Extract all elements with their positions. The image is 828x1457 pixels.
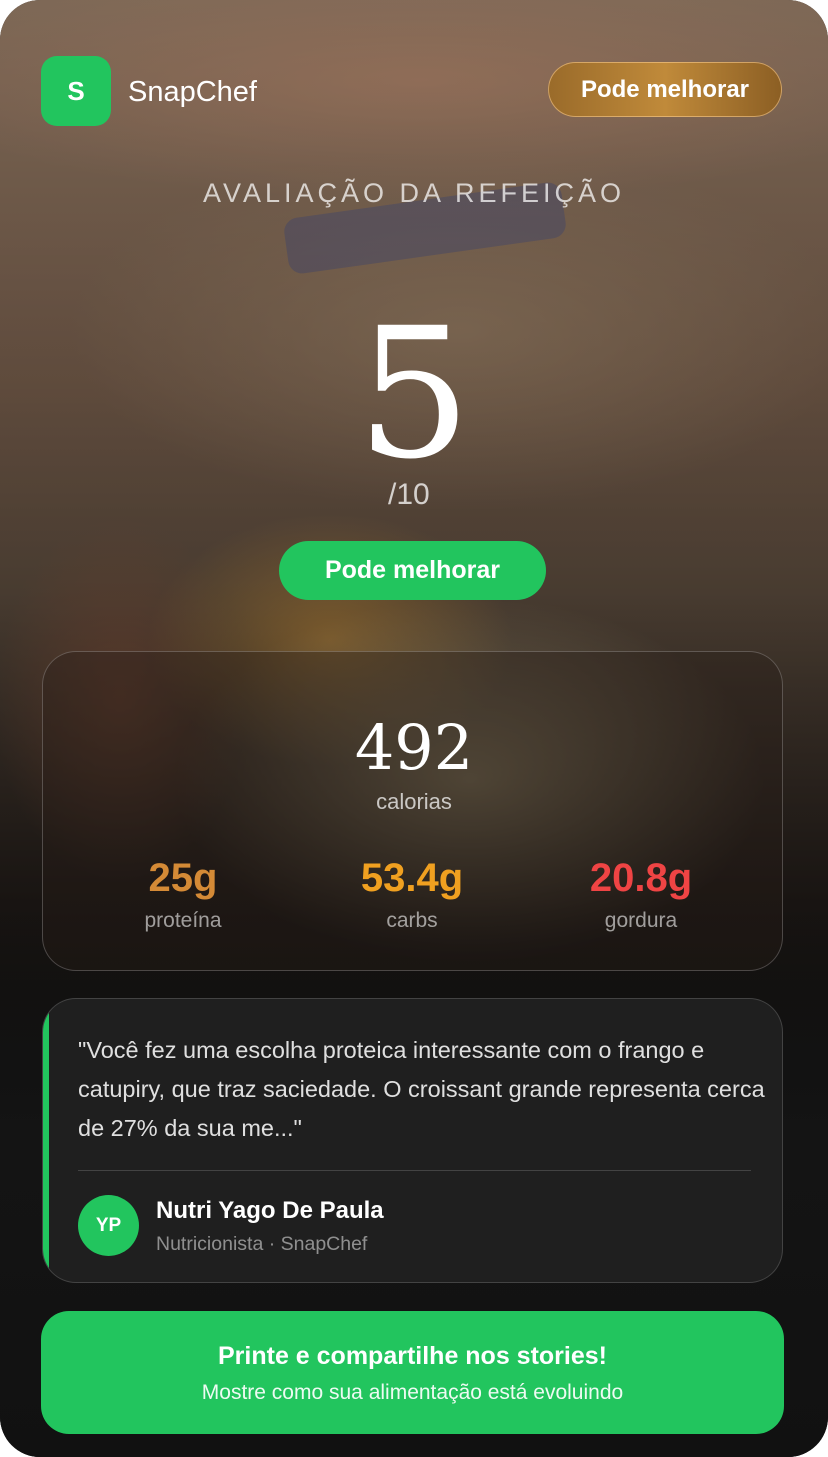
score-status-badge: Pode melhorar xyxy=(279,541,546,600)
nutritionist-role: Nutricionista · SnapChef xyxy=(156,1233,368,1255)
share-stories-subtitle: Mostre como sua alimentação está evoluin… xyxy=(201,1381,624,1404)
nutritionist-name: Nutri Yago De Paula xyxy=(156,1197,384,1224)
meal-score-denominator: /10 xyxy=(388,478,430,511)
nutritionist-avatar: YP xyxy=(78,1195,139,1256)
calories-value: 492 xyxy=(354,711,474,784)
quote-divider xyxy=(78,1170,751,1171)
rating-status-badge: Pode melhorar xyxy=(548,62,782,117)
app-logo: S xyxy=(41,56,111,126)
meal-share-card: S SnapChef Pode melhorar AVALIAÇÃO DA RE… xyxy=(0,0,828,1457)
carbs-value: 53.4g xyxy=(360,856,464,900)
fat-label: gordura xyxy=(604,909,678,932)
share-stories-title: Printe e compartilhe nos stories! xyxy=(218,1342,607,1370)
app-name: SnapChef xyxy=(128,76,257,108)
carbs-label: carbs xyxy=(386,909,438,932)
calories-label: calorias xyxy=(376,789,452,814)
protein-value: 25g xyxy=(148,856,218,900)
protein-label: proteína xyxy=(144,909,222,932)
fat-value: 20.8g xyxy=(589,856,693,900)
share-stories-button[interactable]: Printe e compartilhe nos stories! Mostre… xyxy=(41,1311,784,1434)
meal-rating-heading: AVALIAÇÃO DA REFEIÇÃO xyxy=(202,178,626,208)
meal-score: 5 xyxy=(356,290,472,499)
quote-accent-bar xyxy=(43,999,49,1282)
nutritionist-quote: "Você fez uma escolha proteica interessa… xyxy=(78,1037,765,1141)
